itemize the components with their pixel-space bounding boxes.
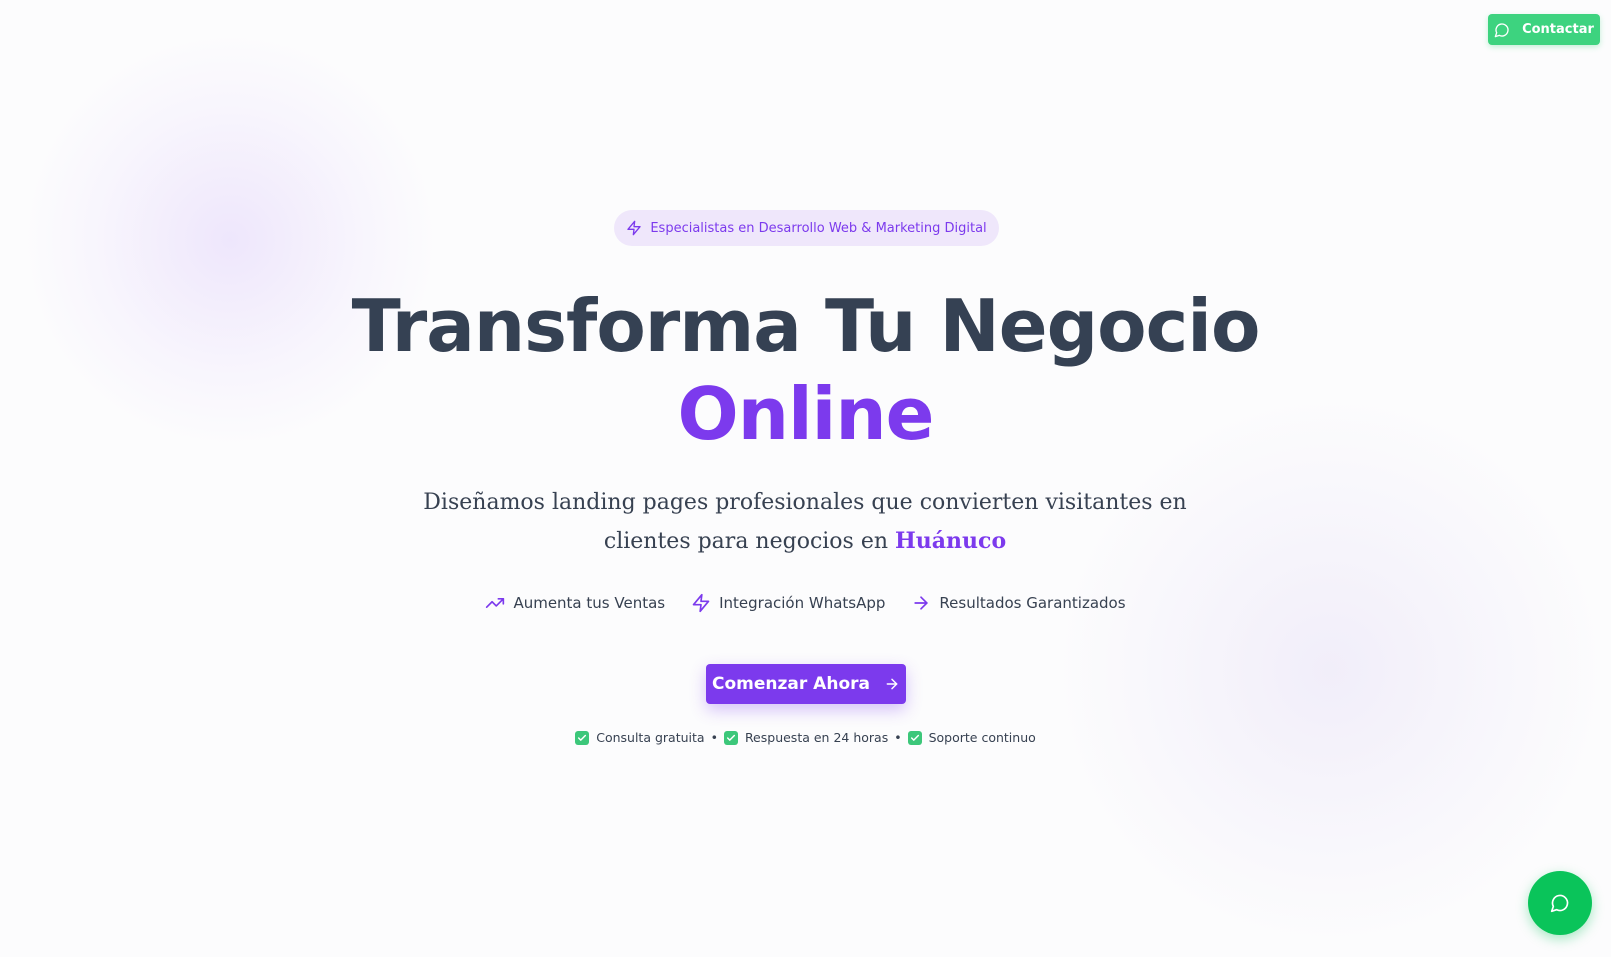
feature-item-results: Resultados Garantizados xyxy=(911,593,1126,613)
contact-button-label: Contactar xyxy=(1522,22,1594,37)
check-icon xyxy=(907,730,922,745)
contact-button[interactable]: Contactar xyxy=(1488,14,1600,45)
perk-item: Respuesta en 24 horas xyxy=(723,730,889,745)
cta-label: Comenzar Ahora xyxy=(712,674,870,694)
message-circle-icon xyxy=(1550,894,1569,913)
whatsapp-float-button[interactable] xyxy=(1528,871,1592,935)
arrow-right-icon xyxy=(914,596,929,610)
lightning-icon xyxy=(692,593,710,613)
feature-label: Aumenta tus Ventas xyxy=(513,594,666,612)
perk-item: Consulta gratuita xyxy=(575,730,705,745)
check-icon xyxy=(575,730,590,745)
perk-separator: • xyxy=(710,730,718,745)
perks-list: Consulta gratuita • Respuesta en 24 hora… xyxy=(0,730,1611,745)
check-icon xyxy=(723,730,738,745)
feature-label: Integración WhatsApp xyxy=(719,594,886,612)
specialists-badge: Especialistas en Desarrollo Web & Market… xyxy=(614,210,999,246)
feature-item-whatsapp: Integración WhatsApp xyxy=(691,593,885,613)
subtitle-text: Diseñamos landing pages profesionales qu… xyxy=(423,490,1187,554)
perk-separator: • xyxy=(894,730,902,745)
perk-item: Soporte continuo xyxy=(907,730,1036,745)
hero-subtitle: Diseñamos landing pages profesionales qu… xyxy=(405,483,1205,561)
trending-up-icon xyxy=(486,598,505,608)
page-title-highlight: Online xyxy=(677,372,935,456)
feature-list: Aumenta tus Ventas Integración WhatsApp … xyxy=(0,593,1611,613)
message-circle-icon xyxy=(1494,22,1509,37)
perk-label: Respuesta en 24 horas xyxy=(744,730,889,745)
background-glow-right xyxy=(1050,390,1610,950)
lightning-icon xyxy=(627,220,642,236)
perk-label: Consulta gratuita xyxy=(596,730,705,745)
feature-label: Resultados Garantizados xyxy=(939,594,1126,612)
subtitle-location-highlight: Huánuco xyxy=(895,528,1007,554)
badge-text: Especialistas en Desarrollo Web & Market… xyxy=(650,220,987,236)
perk-label: Soporte continuo xyxy=(928,730,1036,745)
page-title: Transforma Tu Negocio xyxy=(351,284,1261,368)
start-now-button[interactable]: Comenzar Ahora xyxy=(706,664,906,704)
arrow-right-icon xyxy=(886,678,898,690)
feature-item-sales: Aumenta tus Ventas xyxy=(485,593,665,613)
